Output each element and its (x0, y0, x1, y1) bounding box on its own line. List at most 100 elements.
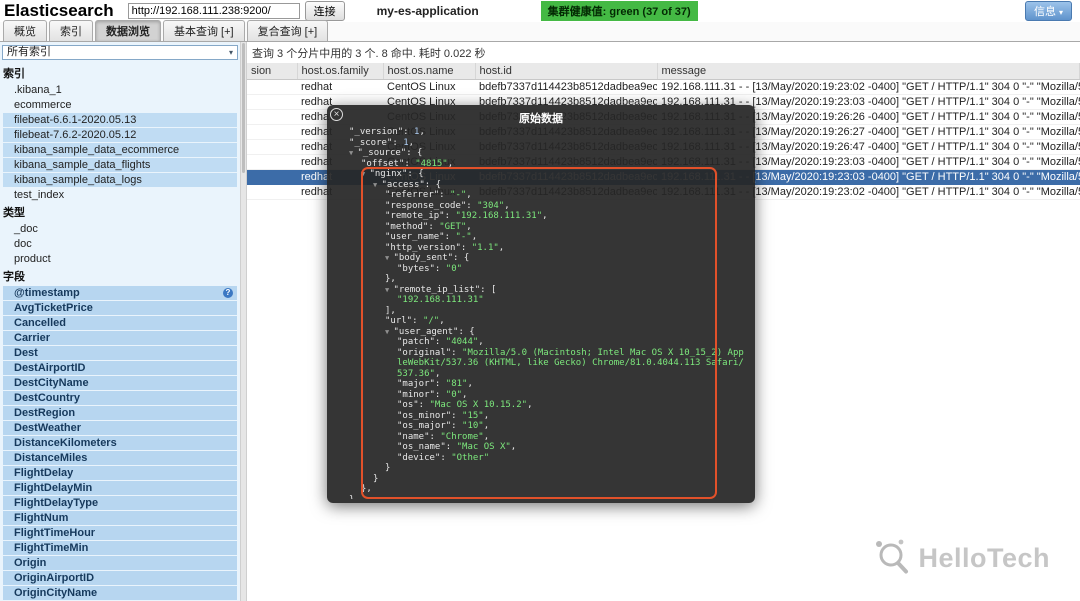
json-punct: } (385, 463, 390, 473)
scrollbar-thumb[interactable] (242, 43, 245, 173)
json-value: "1.1" (472, 243, 499, 253)
json-punct: , (504, 201, 509, 211)
column-label: sion (251, 65, 271, 77)
sidebar-field-item[interactable]: Cancelled? (3, 316, 237, 330)
json-value: "-" (455, 232, 471, 242)
sidebar-type-item[interactable]: product (3, 252, 237, 266)
sidebar-field-item[interactable]: Carrier? (3, 331, 237, 345)
field-name: DistanceKilometers (14, 437, 117, 449)
tab[interactable]: 索引 (49, 20, 93, 41)
tab[interactable]: 概览 (3, 20, 47, 41)
sidebar-field-item[interactable]: AvgTicketPrice? (3, 301, 237, 315)
sidebar-field-item[interactable]: DestWeather? (3, 421, 237, 435)
cell-os-name: CentOS Linux (383, 79, 475, 94)
sidebar-field-item[interactable]: FlightTimeHour? (3, 526, 237, 540)
sidebar-field-item[interactable]: DistanceKilometers? (3, 436, 237, 450)
sidebar-field-item[interactable]: @timestamp? (3, 286, 237, 300)
raw-json-tree: "_version": 1,"_score": 1,▼ "_source": {… (337, 127, 747, 499)
json-line: "os_major": "10", (337, 421, 747, 432)
sidebar-scrollbar[interactable] (240, 42, 247, 601)
tab[interactable]: 复合查询 [+] (247, 20, 329, 41)
json-key: "access": (381, 180, 435, 190)
sidebar-index-item[interactable]: filebeat-7.6.2-2020.05.12 (3, 128, 237, 142)
sidebar-type-item[interactable]: _doc (3, 222, 237, 236)
index-filter-select[interactable]: 所有索引 ▾ (2, 45, 238, 60)
table-row[interactable]: redhat CentOS Linux bdefb7337d114423b851… (247, 79, 1080, 94)
sidebar-index-item[interactable]: kibana_sample_data_ecommerce (3, 143, 237, 157)
column-header[interactable]: sion (247, 63, 297, 79)
json-punct: , (409, 138, 414, 148)
column-header[interactable]: host.os.name (383, 63, 475, 79)
section-header-types: 类型 (0, 202, 240, 221)
json-key: "user_name": (385, 232, 455, 242)
sidebar-index-item[interactable]: filebeat-6.6.1-2020.05.13 (3, 113, 237, 127)
sidebar-type-item[interactable]: doc (3, 237, 237, 251)
cluster-health-badge: 集群健康值: green (37 of 37) (541, 1, 698, 21)
json-key: "name": (397, 432, 440, 442)
json-line: "user_name": "-", (337, 232, 747, 243)
json-line: "device": "Other" (337, 453, 747, 464)
sidebar-field-item[interactable]: Dest? (3, 346, 237, 360)
sidebar-field-item[interactable]: FlightNum? (3, 511, 237, 525)
cell-version (247, 154, 297, 169)
cell-version (247, 184, 297, 199)
sidebar-index-item[interactable]: ecommerce (3, 98, 237, 112)
sidebar-field-item[interactable]: FlightDelayMin? (3, 481, 237, 495)
json-value: "304" (477, 201, 504, 211)
close-icon[interactable]: × (330, 108, 343, 121)
index-name: kibana_sample_data_ecommerce (14, 144, 179, 156)
json-line: ▼ "nginx": { (337, 169, 747, 180)
sidebar-field-item[interactable]: DestAirportID? (3, 361, 237, 375)
field-name: Dest (14, 347, 38, 359)
column-header[interactable]: host.id (475, 63, 657, 79)
column-label: message (662, 65, 707, 77)
cell-version (247, 169, 297, 184)
field-name: FlightDelayType (14, 497, 98, 509)
json-key: "patch": (397, 337, 446, 347)
sidebar-field-item[interactable]: FlightDelayType? (3, 496, 237, 510)
tab[interactable]: 基本查询 [+] (163, 20, 245, 41)
json-key: "offset": (361, 159, 415, 169)
json-key: "http_version": (385, 243, 472, 253)
tab[interactable]: 数据浏览 (95, 20, 161, 41)
es-url-input[interactable] (128, 3, 300, 19)
json-key: "user_agent": (393, 327, 469, 337)
json-key: "_source": (357, 148, 417, 158)
sidebar-index-item[interactable]: kibana_sample_data_flights (3, 158, 237, 172)
sidebar-field-item[interactable]: DistanceMiles? (3, 451, 237, 465)
sidebar-field-item[interactable]: Origin? (3, 556, 237, 570)
sidebar-field-item[interactable]: OriginAirportID? (3, 571, 237, 585)
cell-version (247, 79, 297, 94)
help-icon[interactable]: ? (223, 288, 233, 298)
type-name: _doc (14, 223, 38, 235)
type-name: product (14, 253, 51, 265)
sidebar-index-item[interactable]: .kibana_1 (3, 83, 237, 97)
column-header[interactable]: host.os.family (297, 63, 383, 79)
json-punct: , (448, 159, 453, 169)
connect-button[interactable]: 连接 (305, 1, 345, 21)
field-name: FlightDelayMin (14, 482, 92, 494)
json-value: "Chrome" (440, 432, 483, 442)
column-header[interactable]: message (657, 63, 1080, 79)
watermark-logo-icon (870, 537, 912, 579)
sidebar-index-item[interactable]: kibana_sample_data_logs (3, 173, 237, 187)
sidebar-field-item[interactable]: OriginCityName? (3, 586, 237, 600)
sidebar-index-item[interactable]: test_index (3, 188, 237, 202)
section-header-fields: 字段 (0, 266, 240, 285)
sidebar-field-item[interactable]: FlightTimeMin? (3, 541, 237, 555)
json-punct: { (436, 180, 441, 190)
sidebar-field-item[interactable]: DestRegion? (3, 406, 237, 420)
json-line: "response_code": "304", (337, 201, 747, 212)
json-value: "GET" (439, 222, 466, 232)
json-value: "15" (462, 411, 484, 421)
tab-bar: 概览索引数据浏览基本查询 [+]复合查询 [+] (0, 22, 1080, 42)
sidebar-field-item[interactable]: FlightDelay? (3, 466, 237, 480)
json-line: }, (337, 484, 747, 495)
json-key: "os_major": (397, 421, 462, 431)
info-button[interactable]: 信息▾ (1025, 1, 1072, 21)
json-punct: { (469, 327, 474, 337)
sidebar-field-item[interactable]: DestCityName? (3, 376, 237, 390)
json-key: "device": (397, 453, 451, 463)
sidebar-field-item[interactable]: DestCountry? (3, 391, 237, 405)
json-key: "remote_ip": (385, 211, 455, 221)
